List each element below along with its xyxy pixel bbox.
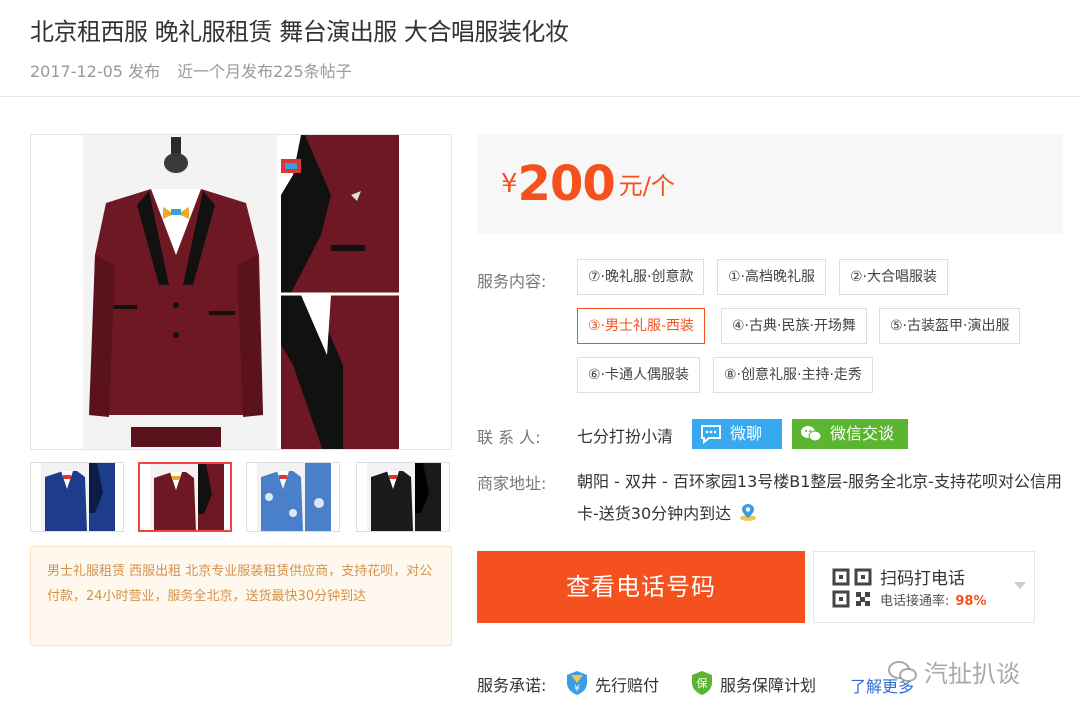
suit-full-view xyxy=(83,135,279,449)
thumb-black-suit-image xyxy=(367,463,441,531)
thumbnail-black-suit[interactable] xyxy=(356,462,450,532)
listing-header: 北京租西服 晚礼服租赁 舞台演出服 大合唱服装化妆 2017-12-05 发布 … xyxy=(0,0,1080,97)
address: 朝阳 - 双井 - 百环家园13号楼B1整层-服务全北京-支持花呗对公信用卡-送… xyxy=(577,466,1063,530)
price-amount: 200 xyxy=(517,156,616,212)
view-phone-button[interactable]: 查看电话号码 xyxy=(477,551,805,623)
promise-item-advance-compensation: 先行赔付 xyxy=(595,676,660,695)
service-tag-cartoon-costume[interactable]: ⑥·卡通人偶服装 xyxy=(577,357,701,393)
thumbnail-floral-blue-suit[interactable] xyxy=(246,462,340,532)
weiliao-button[interactable]: 微聊 xyxy=(692,419,782,449)
service-tag-evening-creative[interactable]: ⑦·晚礼服·创意款 xyxy=(577,259,705,295)
thumb-blue-suit-image xyxy=(41,463,115,531)
service-tag-chorus[interactable]: ②·大合唱服装 xyxy=(839,259,949,295)
scan-to-call-panel[interactable]: 扫码打电话 电话接通率: 98% xyxy=(813,551,1035,623)
scan-to-call-title: 扫码打电话 xyxy=(880,569,965,589)
main-product-image[interactable] xyxy=(30,134,452,450)
price: ¥200 元/个 xyxy=(501,156,675,212)
price-currency: ¥ xyxy=(501,169,518,199)
promise-label: 服务承诺: xyxy=(477,676,547,695)
chat-bubble-icon xyxy=(701,425,721,444)
promise-item-guarantee-plan: 服务保障计划 xyxy=(720,676,817,695)
call-connect-rate: 电话接通率: 98% xyxy=(880,590,987,609)
wechat-button[interactable]: 微信交谈 xyxy=(792,419,908,449)
qr-code-icon xyxy=(832,568,872,608)
svg-text:¥: ¥ xyxy=(574,684,580,694)
contact-label: 联 系 人: xyxy=(477,428,541,447)
price-panel: ¥200 元/个 xyxy=(477,134,1063,234)
watermark-text: 汽扯扒谈 xyxy=(924,660,1020,688)
listing-description: 男士礼服租赁 西服出租 北京专业服装租赁供应商，支持花呗，对公付款，24小时营业… xyxy=(30,546,452,646)
call-connect-rate-value: 98% xyxy=(955,594,987,609)
thumbnail-strip xyxy=(30,462,452,532)
publish-date: 2017-12-05 发布 xyxy=(30,62,161,81)
suit-photo xyxy=(31,135,451,449)
contact-name: 七分打扮小清 xyxy=(577,427,674,446)
page-title: 北京租西服 晚礼服租赁 舞台演出服 大合唱服装化妆 xyxy=(30,18,569,46)
chevron-down-icon[interactable] xyxy=(1014,582,1026,589)
thumb-burgundy-suit-image xyxy=(150,464,224,530)
lapel-detail-top xyxy=(281,135,399,293)
wechat-watermark-icon xyxy=(888,661,917,682)
service-tag-classical-ethnic[interactable]: ④·古典·民族·开场舞 xyxy=(721,308,867,344)
wechat-icon xyxy=(801,426,822,442)
address-label: 商家地址: xyxy=(477,474,547,493)
listing-meta: 2017-12-05 发布 近一个月发布225条帖子 xyxy=(30,58,352,82)
weiliao-label: 微聊 xyxy=(730,424,763,443)
address-text: 朝阳 - 双井 - 百环家园13号楼B1整层-服务全北京-支持花呗对公信用卡-送… xyxy=(577,472,1062,523)
svg-text:保: 保 xyxy=(697,676,708,690)
thumbnail-blue-suit[interactable] xyxy=(30,462,124,532)
service-tag-creative-host[interactable]: ⑧·创意礼服·主持·走秀 xyxy=(713,357,873,393)
service-tag-ancient-armor[interactable]: ⑤·古装盔甲·演出服 xyxy=(879,308,1021,344)
post-count: 近一个月发布225条帖子 xyxy=(177,62,352,81)
location-pin-icon[interactable] xyxy=(738,502,758,522)
services-label: 服务内容: xyxy=(477,272,547,291)
thumbnail-burgundy-suit[interactable] xyxy=(138,462,232,532)
call-connect-rate-label: 电话接通率: xyxy=(880,594,950,609)
compensation-shield-icon: ¥ xyxy=(567,671,587,695)
service-tag-mens-suit[interactable]: ③·男士礼服-西装 xyxy=(577,308,706,344)
thumb-floral-blue-suit-image xyxy=(257,463,331,531)
guarantee-shield-icon: 保 xyxy=(692,671,712,695)
price-unit: 元/个 xyxy=(618,172,675,200)
service-tag-premium-evening[interactable]: ①·高档晚礼服 xyxy=(717,259,827,295)
wechat-label: 微信交谈 xyxy=(830,424,895,443)
lapel-detail-bottom xyxy=(281,295,399,449)
